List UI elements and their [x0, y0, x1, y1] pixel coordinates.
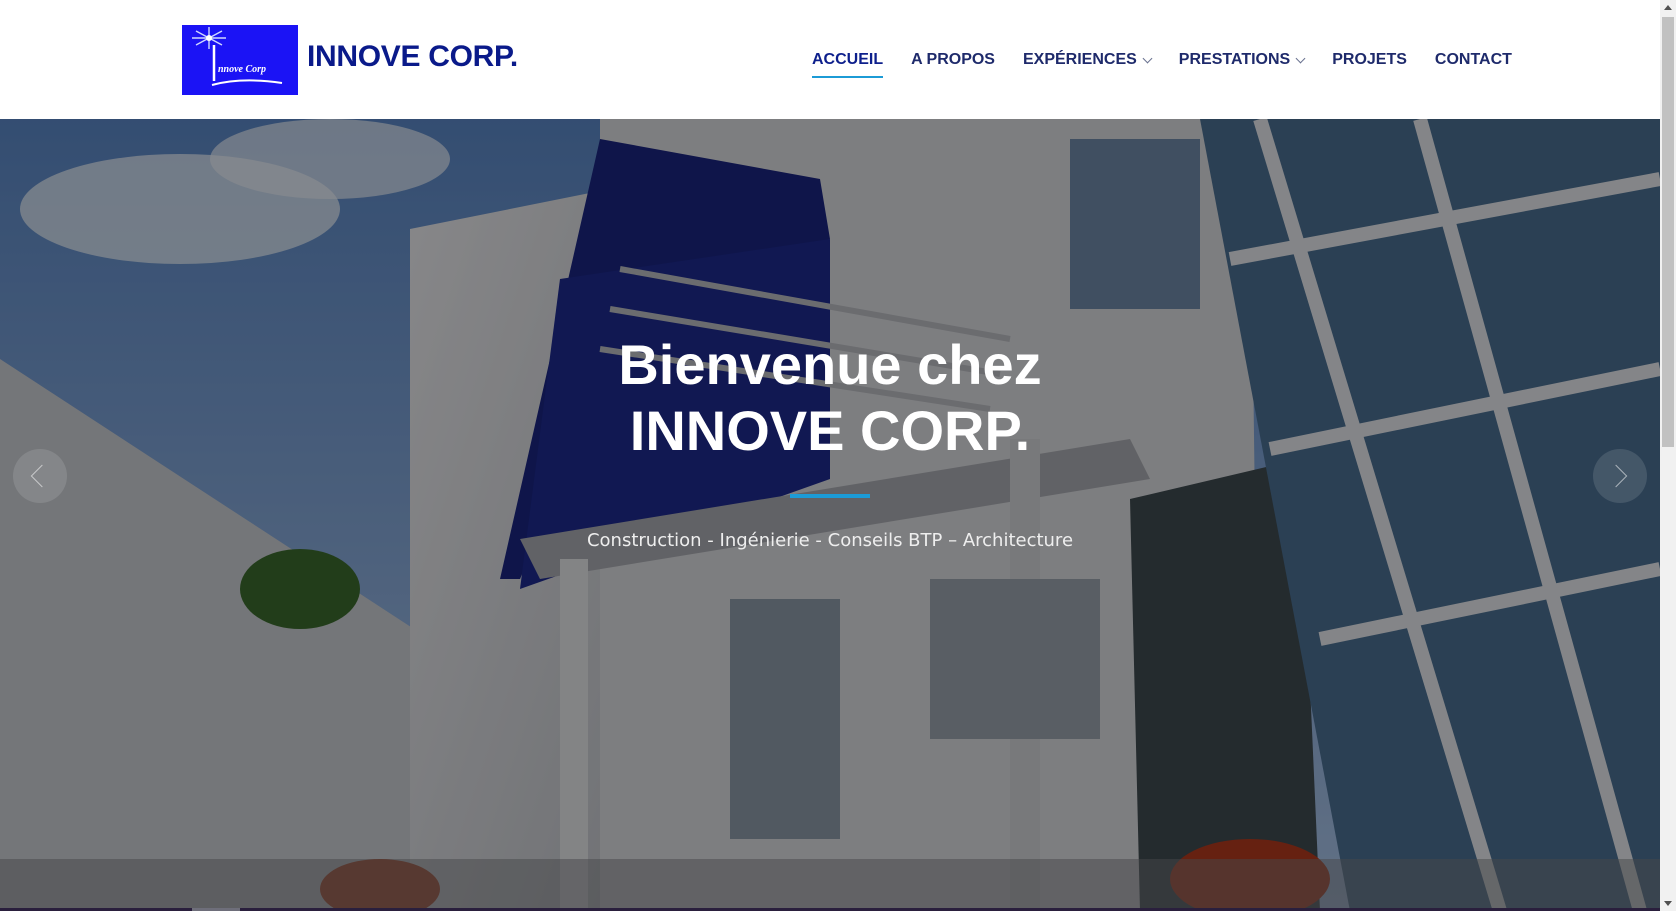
carousel-next-button[interactable]: [1593, 449, 1647, 503]
nav-item-label: PROJETS: [1332, 51, 1407, 68]
nav-item-accueil[interactable]: ACCUEIL: [812, 48, 884, 78]
nav-item-experiences[interactable]: EXPÉRIENCES: [1022, 48, 1153, 72]
chevron-right-icon: [1604, 464, 1628, 488]
hero-divider: [790, 494, 870, 498]
logo[interactable]: nnove Corp: [182, 25, 298, 95]
brand-name[interactable]: INNOVE CORP.: [307, 40, 518, 74]
hero-title-line-1: Bienvenue chez: [618, 333, 1042, 396]
site-header: nnove Corp INNOVE CORP. ACCUEIL A PROPOS…: [0, 0, 1660, 119]
nav-item-a-propos[interactable]: A PROPOS: [911, 48, 995, 72]
nav-item-label: PRESTATIONS: [1178, 51, 1291, 68]
scroll-up-icon[interactable]: [1664, 5, 1672, 10]
chevron-down-icon: [1142, 53, 1153, 63]
chevron-left-icon: [30, 464, 54, 488]
carousel-prev-button[interactable]: [13, 449, 67, 503]
page: nnove Corp INNOVE CORP. ACCUEIL A PROPOS…: [0, 0, 1676, 911]
logo-graphic: nnove Corp: [182, 25, 298, 95]
nav-item-prestations[interactable]: PRESTATIONS: [1178, 48, 1306, 72]
nav-item-projets[interactable]: PROJETS: [1332, 48, 1407, 72]
chevron-down-icon: [1295, 53, 1306, 63]
logo-text: nnove Corp: [218, 64, 266, 75]
scrollbar-thumb[interactable]: [1662, 17, 1674, 447]
page-scrollbar[interactable]: [1660, 0, 1676, 911]
hero-subtitle: Construction - Ingénierie - Conseils BTP…: [586, 530, 1074, 551]
main-nav: ACCUEIL A PROPOS EXPÉRIENCES PRESTATIONS…: [812, 48, 1512, 78]
hero-overlay: [0, 119, 1660, 911]
scroll-down-icon[interactable]: [1664, 901, 1672, 906]
nav-item-label: ACCUEIL: [812, 51, 884, 68]
nav-item-contact[interactable]: CONTACT: [1435, 48, 1512, 72]
nav-item-label: A PROPOS: [911, 51, 995, 68]
hero-title: Bienvenue chez INNOVE CORP.: [530, 332, 1130, 464]
nav-item-label: CONTACT: [1434, 51, 1512, 68]
hero-title-line-2: INNOVE CORP.: [629, 399, 1031, 462]
hero-carousel: Bienvenue chez INNOVE CORP. Construction…: [0, 119, 1660, 911]
nav-item-label: EXPÉRIENCES: [1022, 51, 1137, 68]
